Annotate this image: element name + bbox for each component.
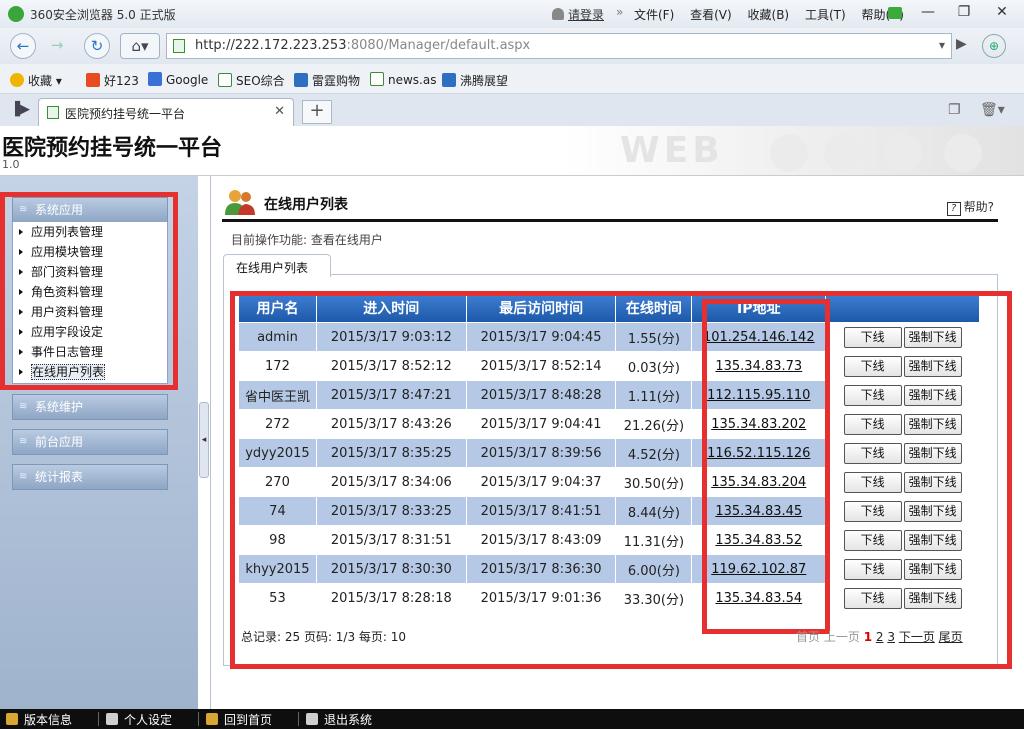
tab-online-users[interactable]: 在线用户列表 [223,254,331,277]
browser-titlebar: 360安全浏览器 5.0 正式版 请登录 » 文件(F) 查看(V) 收藏(B)… [0,0,1024,28]
restore-icon[interactable]: ❐ [950,2,978,24]
pagination: 首页 上一页 1 2 3 下一页 尾页 [796,628,963,645]
fav-feiteng[interactable]: 沸腾展望 [442,72,508,89]
new-tab-button[interactable]: + [302,100,332,124]
table-highlight-box [230,291,1012,669]
star-icon [10,73,24,87]
refresh-icon[interactable]: ↻ [84,33,110,59]
page-icon [47,106,59,119]
menu-favorites[interactable]: 收藏(B) [748,8,790,22]
help-link[interactable]: ? 帮助? [946,198,994,216]
settings-icon [106,713,118,725]
browser-menu: 文件(F) 查看(V) 收藏(B) 工具(T) 帮助(H) [634,6,916,23]
url-dropdown-icon[interactable]: ▾ [939,38,945,52]
trash-icon[interactable]: 🗑︎▾ [980,102,1005,118]
favorites-menu[interactable]: 收藏 ▾ [10,72,62,89]
docs-deco-icon [944,134,982,172]
page-2-link[interactable]: 2 [876,630,884,644]
page-last-link[interactable]: 尾页 [939,630,963,644]
menu-tools[interactable]: 工具(T) [805,8,846,22]
sidebar-highlight-box [0,192,178,390]
collapse-sidebar-handle[interactable]: ◂ [199,402,209,478]
info-icon [6,713,18,725]
version-info-button[interactable]: 版本信息 [6,711,72,728]
leiting-icon [294,73,308,87]
users-icon [225,190,255,215]
menu-view[interactable]: 查看(V) [690,8,732,22]
login-link[interactable]: 请登录 [552,6,604,23]
sidebar-toggle-icon[interactable]: ▐▶ [10,102,30,117]
page-icon [218,73,232,87]
hao123-icon [86,73,100,87]
page-header: 在线用户列表 ? 帮助? [222,186,998,222]
fav-news[interactable]: news.as [370,72,436,87]
divider [210,176,211,709]
shield-icon[interactable]: ⊕ [982,34,1006,58]
page-prev: 上一页 [823,630,860,644]
divider [198,712,199,726]
chevron-double-icon: » [616,5,624,19]
fav-google[interactable]: Google [148,72,208,87]
page-3-link[interactable]: 3 [887,630,895,644]
tab-title: 医院预约挂号统一平台 [65,107,186,121]
expand-icon: ≋ [19,401,28,412]
browser-logo-icon [8,6,24,22]
ip-column-highlight-box [702,299,830,634]
browser-tabbar: ▐▶ 医院预约挂号统一平台 ✕ + ❐ 🗑︎▾ [0,94,1024,126]
forward-arrow-icon[interactable]: → [44,33,70,59]
browser-title: 360安全浏览器 5.0 正式版 [30,8,176,22]
logout-icon [306,713,318,725]
favorites-bar: 收藏 ▾ 好123 Google SEO综合 雷霆购物 news.as 沸腾展望 [0,64,1024,94]
back-arrow-icon[interactable]: ← [10,33,36,59]
home-button[interactable]: 回到首页 [206,711,272,728]
fav-hao123[interactable]: 好123 [86,72,139,89]
expand-icon: ≋ [19,471,28,482]
browser-tab[interactable]: 医院预约挂号统一平台 ✕ [38,98,294,126]
feiteng-icon [442,73,456,87]
home-icon [206,713,218,725]
close-window-icon[interactable]: ✕ [988,2,1016,24]
user-icon [552,8,564,20]
restore-tab-icon[interactable]: ❐ [948,102,961,118]
current-operation: 目前操作功能: 查看在线用户 [231,233,383,247]
close-tab-icon[interactable]: ✕ [274,104,285,119]
go-icon[interactable]: ▶ [956,36,967,52]
people-deco-icon [824,134,862,172]
minimize-icon[interactable]: — [914,2,942,24]
divider [298,712,299,726]
fav-leiting[interactable]: 雷霆购物 [294,72,360,89]
cursor-deco-icon [770,134,808,172]
page-icon [173,39,185,53]
status-bar: 版本信息 个人设定 回到首页 退出系统 [0,709,1024,729]
personal-settings-button[interactable]: 个人设定 [106,711,172,728]
header-watermark: WEB [620,130,724,171]
google-icon [148,72,162,86]
sidebar-group-frontend[interactable]: ≋ 前台应用 [12,429,168,455]
skin-shirt-icon[interactable] [888,7,902,19]
home-icon[interactable]: ⌂▾ [120,33,160,59]
fav-seo[interactable]: SEO综合 [218,72,285,89]
expand-icon: ≋ [19,436,28,447]
address-toolbar: ← → ↻ ⌂▾ http://222.172.223.253:8080/Man… [0,28,1024,64]
app-title: 医院预约挂号统一平台 [2,135,223,161]
mail-deco-icon [884,134,922,172]
page-next-link[interactable]: 下一页 [899,630,935,644]
sidebar-group-reports[interactable]: ≋ 统计报表 [12,464,168,490]
divider [98,712,99,726]
app-header: 医院预约挂号统一平台 1.0 WEB [0,126,1024,176]
page-current: 1 [863,630,873,644]
help-icon: ? [946,202,961,216]
menu-file[interactable]: 文件(F) [634,8,674,22]
record-summary: 总记录: 25 页码: 1/3 每页: 10 [241,630,407,644]
page-icon [370,72,384,86]
logout-button[interactable]: 退出系统 [306,711,372,728]
page-first: 首页 [796,630,821,644]
sidebar-group-maintenance[interactable]: ≋ 系统维护 [12,394,168,420]
app-version: 1.0 [2,158,20,171]
page-title: 在线用户列表 [264,197,348,213]
url-field[interactable]: http://222.172.223.253:8080/Manager/defa… [166,33,952,59]
url-text: http://222.172.223.253:8080/Manager/defa… [195,38,531,53]
